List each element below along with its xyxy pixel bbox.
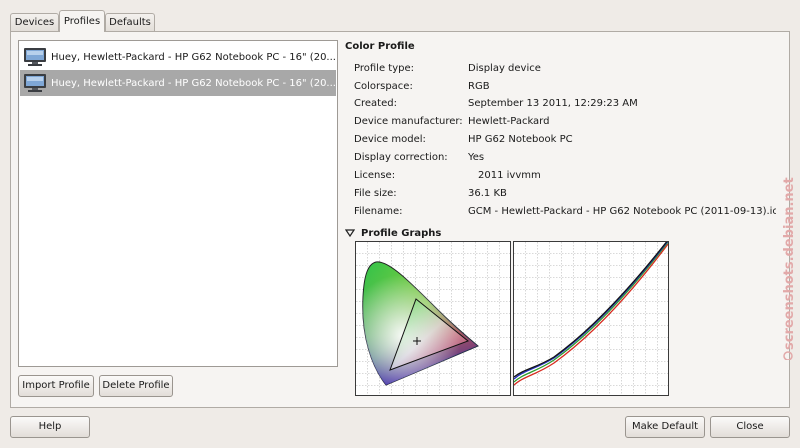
detail-label-license: License: [354,170,396,181]
detail-value-manufacturer: Hewlett-Packard [468,116,550,127]
detail-label-colorspace: Colorspace: [354,81,413,92]
make-default-button[interactable]: Make Default [625,416,705,438]
tab-defaults[interactable]: Defaults [105,13,155,31]
profile-list-item[interactable]: Huey, Hewlett-Packard - HP G62 Notebook … [20,44,336,70]
triangle-down-icon [345,229,355,238]
detail-value-model: HP G62 Notebook PC [468,134,573,145]
profile-graphs-heading: Profile Graphs [361,227,442,239]
detail-value-file-size: 36.1 KB [468,188,507,199]
detail-label-created: Created: [354,98,397,109]
detail-label-display-correction: Display correction: [354,152,448,163]
detail-value-created: September 13 2011, 12:29:23 AM [468,98,638,109]
close-button[interactable]: Close [710,416,790,438]
detail-label-file-size: File size: [354,188,397,199]
profile-list-item-selected[interactable]: Huey, Hewlett-Packard - HP G62 Notebook … [20,70,336,96]
profile-list[interactable]: Huey, Hewlett-Packard - HP G62 Notebook … [18,40,338,367]
detail-label-profile-type: Profile type: [354,63,414,74]
profile-graphs-expander[interactable]: Profile Graphs [345,226,441,240]
detail-label-model: Device model: [354,134,426,145]
detail-label-manufacturer: Device manufacturer: [354,116,463,127]
help-button[interactable]: Help [10,416,90,438]
tab-devices[interactable]: Devices [10,13,59,31]
profile-list-item-label: Huey, Hewlett-Packard - HP G62 Notebook … [51,51,336,63]
detail-value-colorspace: RGB [468,81,490,92]
watermark-text: screenshots.debian.net [782,177,797,350]
tone-curve-graph [513,241,669,396]
detail-value-filename: GCM - Hewlett-Packard - HP G62 Notebook … [468,206,776,217]
profile-list-item-label: Huey, Hewlett-Packard - HP G62 Notebook … [51,77,336,89]
delete-profile-button[interactable]: Delete Profile [99,375,173,397]
tab-profiles[interactable]: Profiles [59,10,105,32]
watermark: screenshots.debian.net [782,177,797,360]
import-profile-button[interactable]: Import Profile [18,375,94,397]
detail-value-license: 2011 ivvmm [478,170,541,181]
detail-label-filename: Filename: [354,206,403,217]
cie-gamut-graph [355,241,511,396]
monitor-icon [24,48,46,66]
detail-value-profile-type: Display device [468,63,541,74]
color-profile-heading: Color Profile [345,41,415,52]
monitor-icon [24,74,46,92]
detail-value-display-correction: Yes [468,152,485,163]
